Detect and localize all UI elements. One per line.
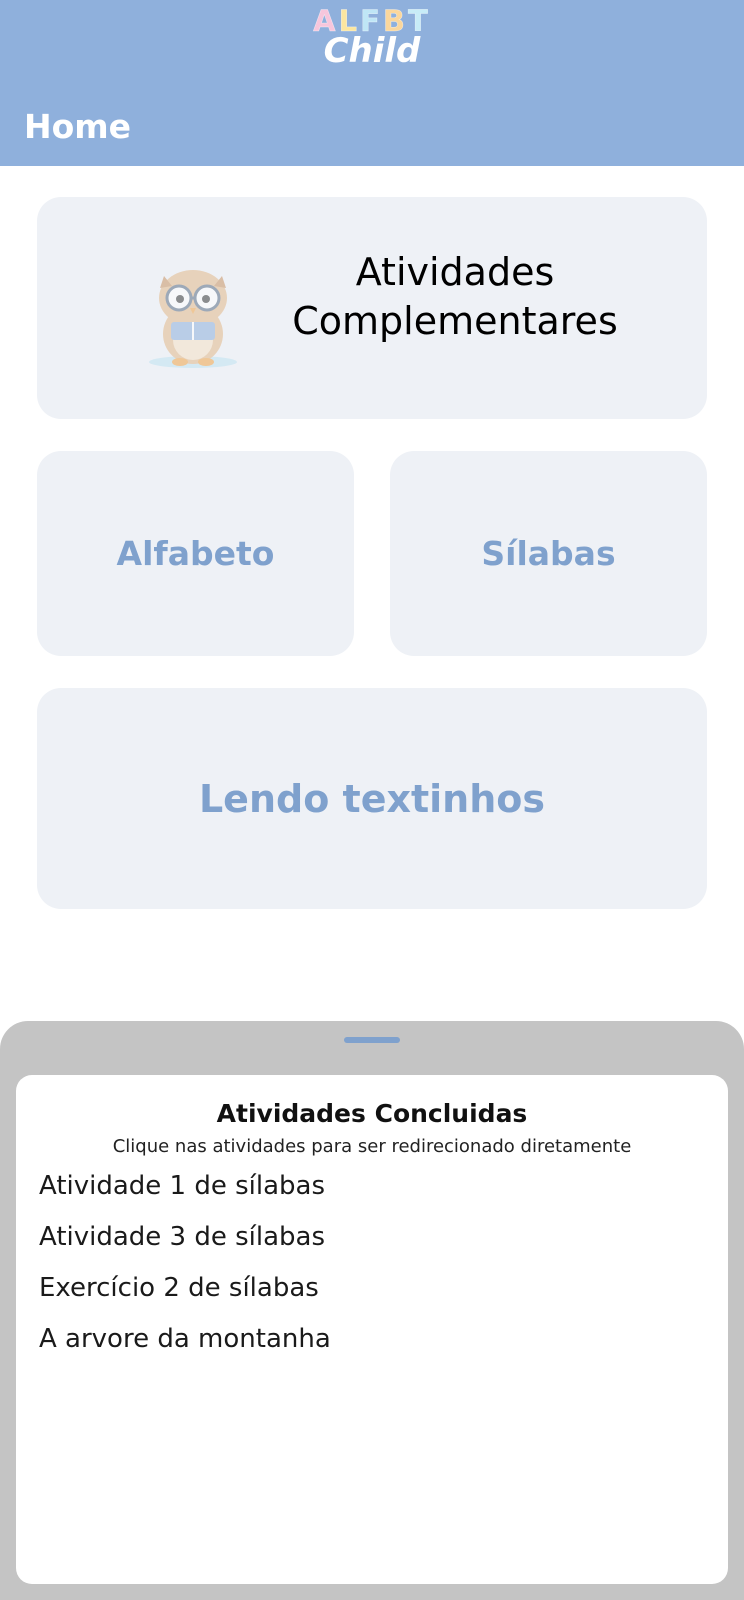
card-alfabeto-label: Alfabeto — [116, 534, 275, 573]
card-silabas[interactable]: Sílabas — [390, 451, 707, 656]
completed-item[interactable]: A arvore da montanha — [39, 1319, 699, 1370]
card-complementares-line2: Complementares — [292, 299, 618, 343]
card-complementares-line1: Atividades — [355, 250, 555, 294]
app-header: ALFBT Child Home — [0, 0, 744, 166]
sheet-drag-handle[interactable] — [344, 1037, 400, 1043]
completed-list: Atividade 1 de sílabas Atividade 3 de sí… — [39, 1166, 699, 1370]
card-alfabeto[interactable]: Alfabeto — [37, 451, 354, 656]
completed-item[interactable]: Atividade 1 de sílabas — [39, 1166, 699, 1217]
completed-subtitle: Clique nas atividades para ser redirecio… — [112, 1136, 632, 1157]
card-silabas-label: Sílabas — [481, 534, 616, 573]
completed-item[interactable]: Atividade 3 de sílabas — [39, 1217, 699, 1268]
logo-word: Child — [323, 31, 421, 71]
card-complementares-title: Atividades Complementares — [260, 248, 650, 346]
completed-title: Atividades Concluidas — [216, 1099, 528, 1128]
card-lendo-textinhos[interactable]: Lendo textinhos — [37, 688, 707, 909]
page-title: Home — [24, 107, 132, 146]
completed-item[interactable]: Exercício 2 de sílabas — [39, 1268, 699, 1319]
owl-reading-icon — [149, 270, 237, 368]
card-textinhos-label: Lendo textinhos — [198, 776, 546, 821]
app-logo: ALFBT Child — [0, 6, 744, 68]
